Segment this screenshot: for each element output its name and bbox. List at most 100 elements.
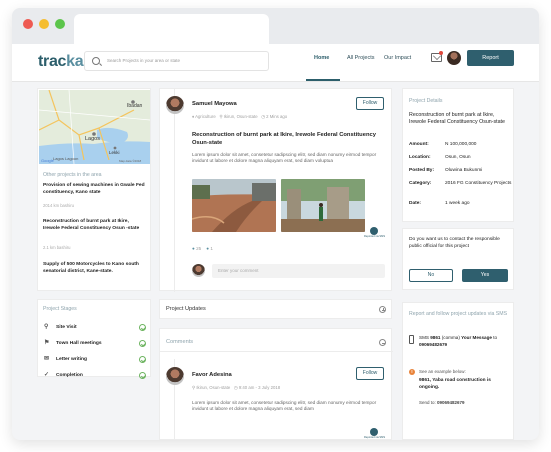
follow-button[interactable]: Follow (356, 97, 384, 110)
detail-date: Date: 1 week ago (409, 201, 470, 206)
location-pin-icon: ⚲ (192, 385, 196, 390)
example-label: See an example below: (419, 369, 466, 374)
nav-link-our-impact[interactable]: Our Impact (384, 55, 411, 61)
example-text: 9861, Yaba road construction is ongoing. (419, 378, 491, 390)
post-meta: ♦ Agriculture ⚲ Ikirun, Osun-state ◷ 2 M… (192, 114, 288, 119)
report-button[interactable]: Report (467, 50, 514, 66)
letter-icon: ✉ (44, 356, 50, 362)
info-icon: ! (409, 369, 415, 375)
other-projects-title: Other projects in the area (43, 172, 102, 178)
close-window-icon[interactable] (23, 19, 33, 29)
map-label-ibadan: Ibadan (127, 103, 143, 109)
active-nav-indicator (306, 79, 340, 81)
browser-chrome (12, 8, 539, 44)
other-project-distance: 2014 km bashiru (43, 203, 74, 208)
project-stages-title: Project Stages (43, 306, 77, 312)
project-details-title: Project Details (409, 98, 443, 104)
comment-count-icon[interactable]: ● (206, 246, 209, 251)
search-icon (92, 57, 100, 65)
like-icon[interactable]: ● (192, 246, 195, 251)
details-project-title: Reconstruction of burnt park at Ikire, I… (409, 112, 505, 125)
contact-yes-button[interactable]: Yes (462, 269, 508, 282)
map-attribution: Map data ©2018 (119, 159, 142, 163)
current-user-avatar (192, 264, 205, 277)
completion-icon: ✓ (44, 372, 50, 378)
stage-town-hall[interactable]: ⚑ Town Hall meetings (44, 340, 146, 350)
project-photo-construction[interactable] (281, 179, 365, 232)
post-body: Lorem ipsum dolor sit amet, consetetur s… (192, 152, 377, 164)
check-circle-icon (139, 324, 146, 331)
clock-icon: ◷ (233, 385, 238, 390)
area-map[interactable]: Ibadan Lagos Lekki Lagos Lagoon Google M… (39, 90, 150, 164)
search-input[interactable]: Search Projects in your area or state (84, 51, 269, 71)
user-avatar[interactable] (447, 51, 461, 65)
other-project-item[interactable]: Provision of sewing machines in Gwale Fe… (43, 183, 147, 196)
author-avatar[interactable] (166, 96, 184, 114)
verified-icon (370, 227, 378, 235)
project-updates-title: Project Updates (166, 306, 206, 312)
clock-icon: ◷ (261, 114, 265, 119)
map-label-lagos: Lagos (85, 136, 100, 142)
detail-location: Location: Osun, Osun (409, 155, 471, 160)
follow-commenter-button[interactable]: Follow (356, 367, 384, 380)
tracka-logo[interactable]: tracka (38, 53, 84, 71)
maximize-window-icon[interactable] (55, 19, 65, 29)
nav-link-home[interactable]: Home (314, 55, 329, 61)
check-circle-icon (139, 356, 146, 363)
collapse-icon[interactable] (379, 339, 386, 346)
nav-link-all-projects[interactable]: All Projects (347, 55, 375, 61)
comments-title: Comments (166, 339, 194, 345)
project-stages-card: Project Stages ⚲ Site Visit ⚑ Town Hall … (37, 299, 151, 379)
comments-card: Comments Favor Adesina Follow ⚲ Ikirun, … (159, 328, 393, 440)
project-details-card: Project Details Reconstruction of burnt … (402, 88, 514, 222)
top-navbar: tracka Search Projects in your area or s… (12, 44, 539, 82)
check-circle-icon (139, 340, 146, 347)
comment-meta: ⚲ Ikirun, Osun-state ◷ 9:40 am - 3 July … (192, 385, 281, 390)
sms-title: Report and follow project updates via SM… (409, 311, 508, 317)
sms-instruction: SMS 9861 (comma) Your Message to 0906948… (419, 335, 498, 347)
post-reactions: ● 25 ● 1 (192, 246, 213, 251)
detail-posted-by: Posted By: Oluwina Bukunmi (409, 168, 483, 173)
other-project-item[interactable]: Reconstruction of burnt park at Ikire, I… (43, 219, 147, 232)
post-title[interactable]: Reconstruction of burnt park at Ikire, I… (192, 132, 386, 147)
browser-tab[interactable] (74, 14, 269, 44)
phone-icon (409, 335, 414, 344)
verified-sms-badge: Reported via SMS (364, 227, 385, 239)
browser-window: tracka Search Projects in your area or s… (12, 8, 539, 440)
stage-completion[interactable]: ✓ Completion (44, 372, 146, 382)
comment-body: Lorem ipsum dolor sit amet, consetetur s… (192, 400, 377, 412)
town-hall-icon: ⚑ (44, 340, 50, 346)
map-label-lagoon: Lagos Lagoon (53, 156, 78, 161)
minimize-window-icon[interactable] (39, 19, 49, 29)
verified-icon (370, 428, 378, 436)
check-circle-icon (139, 372, 146, 379)
contact-no-button[interactable]: No (409, 269, 453, 282)
project-updates-card[interactable]: Project Updates (159, 299, 392, 319)
stage-site-visit[interactable]: ⚲ Site Visit (44, 324, 146, 334)
sms-card: Report and follow project updates via SM… (402, 302, 514, 440)
tag-icon: ♦ (192, 114, 195, 119)
project-post-card: Samuel Mayowa Follow ♦ Agriculture ⚲ Iki… (159, 88, 392, 292)
notification-badge (439, 51, 443, 55)
verified-sms-badge: Reported via SMS (364, 428, 385, 440)
google-logo: Google (41, 158, 55, 163)
commenter-name[interactable]: Favor Adesina (192, 372, 232, 378)
other-projects-card: Ibadan Lagos Lekki Lagos Lagoon Google M… (37, 88, 151, 291)
expand-icon[interactable] (379, 306, 386, 313)
detail-amount: Amount: N 100,000,000 (409, 142, 477, 147)
search-placeholder: Search Projects in your area or state (107, 58, 181, 63)
divider (160, 351, 393, 352)
comment-input[interactable]: Enter your comment (212, 264, 385, 278)
project-photo-road[interactable] (192, 179, 276, 232)
contact-official-card: Do you want us to contact the responsibl… (402, 228, 514, 290)
detail-category: Category: 2016 FG Constituency Projects (409, 181, 512, 186)
map-pin-icon: ⚲ (44, 324, 49, 330)
author-name[interactable]: Samuel Mayowa (192, 101, 237, 107)
contact-question: Do you want us to contact the responsibl… (409, 237, 500, 249)
other-project-item[interactable]: Supply of 500 Motorcycles to Kano south … (43, 262, 147, 275)
location-pin-icon: ⚲ (219, 114, 223, 119)
other-project-distance: 2.1 km bashiru (43, 245, 71, 250)
stage-letter-writing[interactable]: ✉ Letter writing (44, 356, 146, 366)
commenter-avatar[interactable] (166, 367, 184, 385)
send-to: Send to: 09069482679 (419, 400, 465, 405)
